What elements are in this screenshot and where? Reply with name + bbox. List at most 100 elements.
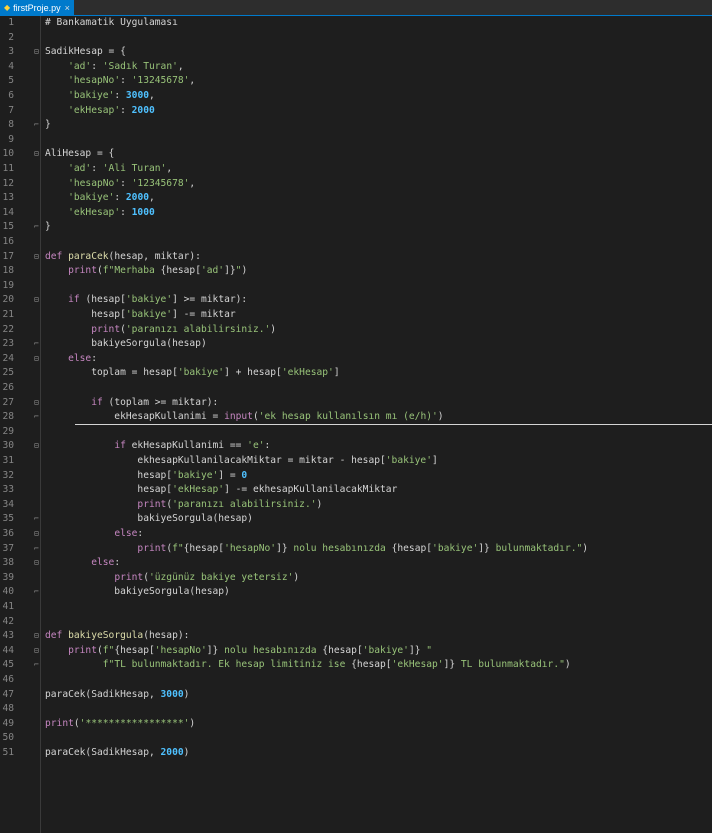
code-token: input xyxy=(224,411,253,423)
fold-open-icon[interactable]: ⊟ xyxy=(34,293,44,308)
code-text: hesap['bakiye'] -= miktar xyxy=(45,308,235,323)
fold-open-icon[interactable]: ⊟ xyxy=(34,396,44,411)
code-text: else: xyxy=(45,556,120,571)
code-line[interactable]: 35 ⌐ bakiyeSorgula(hesap) xyxy=(0,512,712,527)
code-line[interactable]: 40 ⌐ bakiyeSorgula(hesap) xyxy=(0,585,712,600)
code-token: : xyxy=(114,557,121,569)
code-token: ) xyxy=(564,659,571,671)
code-token: 'paranızı alabilirsiniz.' xyxy=(172,498,317,510)
code-line[interactable]: 48 xyxy=(0,702,712,717)
code-line[interactable]: 14 'ekHesap': 1000 xyxy=(0,206,712,221)
code-line[interactable]: 31 ekhesapKullanilacakMiktar = miktar - … xyxy=(0,454,712,469)
code-token: ) xyxy=(437,411,444,423)
code-line[interactable]: 5 'hesapNo': '13245678', xyxy=(0,74,712,89)
code-text: 'bakiye': 2000, xyxy=(45,191,155,206)
fold-open-icon[interactable]: ⊟ xyxy=(34,556,44,571)
code-line[interactable]: 17 ⊟ def paraCek(hesap, miktar): xyxy=(0,250,712,265)
line-number: 29 xyxy=(2,425,14,437)
code-token: f" xyxy=(102,644,115,656)
code-line[interactable]: 18 print(f"Merhaba {hesap['ad']}") xyxy=(0,264,712,279)
code-line[interactable]: 46 xyxy=(0,673,712,688)
code-text: } xyxy=(45,118,51,133)
fold-open-icon[interactable]: ⊟ xyxy=(34,629,44,644)
code-line[interactable]: 1 # Bankamatik Uygulaması xyxy=(0,16,712,31)
line-number: 3 xyxy=(8,46,14,58)
code-line[interactable]: 37 ⌐ print(f"{hesap['hesapNo']} nolu hesa… xyxy=(0,542,712,557)
code-line[interactable]: 13 'bakiye': 2000, xyxy=(0,191,712,206)
code-text: if (toplam >= miktar): xyxy=(45,396,218,411)
code-token: # Bankamatik Uygulaması xyxy=(45,17,178,28)
code-line[interactable]: 7 'ekHesap': 2000 xyxy=(0,104,712,119)
code-text: bakiyeSorgula(hesap) xyxy=(45,512,253,527)
code-line[interactable]: 20 ⊟ if (hesap['bakiye'] >= miktar): xyxy=(0,293,712,308)
code-line[interactable]: 11 'ad': 'Ali Turan', xyxy=(0,162,712,177)
line-number: 38 xyxy=(2,557,14,569)
code-line[interactable]: 23 ⌐ bakiyeSorgula(hesap) xyxy=(0,337,712,352)
code-token: ) xyxy=(293,571,300,583)
code-line[interactable]: 47 paraCek(SadikHesap, 3000) xyxy=(0,688,712,703)
code-line[interactable]: 39 print('üzgünüz bakiye yetersiz') xyxy=(0,571,712,586)
fold-open-icon[interactable]: ⊟ xyxy=(34,250,44,265)
code-line[interactable]: 27 ⊟ if (toplam >= miktar): xyxy=(0,396,712,411)
code-line[interactable]: 38 ⊟ else: xyxy=(0,556,712,571)
code-token: ekHesapKullanimi = xyxy=(45,411,225,423)
code-line[interactable]: 25 toplam = hesap['bakiye'] + hesap['ekH… xyxy=(0,366,712,381)
code-line[interactable]: 43 ⊟ def bakiyeSorgula(hesap): xyxy=(0,629,712,644)
code-token: 'ekHesap' xyxy=(281,367,334,379)
code-line[interactable]: 30 ⊟ if ekHesapKullanimi == 'e': xyxy=(0,439,712,454)
code-line[interactable]: 49 print('*****************') xyxy=(0,717,712,732)
code-line[interactable]: 2 xyxy=(0,31,712,46)
fold-open-icon[interactable]: ⊟ xyxy=(34,352,44,367)
fold-open-icon[interactable]: ⊟ xyxy=(34,644,44,659)
code-line[interactable]: 6 'bakiye': 3000, xyxy=(0,89,712,104)
code-line[interactable]: 26 xyxy=(0,381,712,396)
code-line[interactable]: 32 hesap['bakiye'] = 0 xyxy=(0,469,712,484)
code-line[interactable]: 3 ⊟ SadikHesap = { xyxy=(0,45,712,60)
code-line[interactable]: 24 ⊟ else: xyxy=(0,352,712,367)
code-line[interactable]: 33 hesap['ekHesap'] -= ekhesapKullanilac… xyxy=(0,483,712,498)
tab-firstproje[interactable]: ◆ firstProje.py × xyxy=(0,0,74,15)
code-token: else xyxy=(91,557,115,569)
fold-open-icon[interactable]: ⊟ xyxy=(34,527,44,542)
code-token: (hesap, miktar): xyxy=(108,250,201,262)
code-line[interactable]: 42 xyxy=(0,615,712,630)
code-line[interactable]: 22 print('paranızı alabilirsiniz.') xyxy=(0,323,712,338)
code-line[interactable]: 16 xyxy=(0,235,712,250)
code-token: '*****************' xyxy=(79,717,190,729)
code-text: 'ad': 'Ali Turan', xyxy=(45,162,172,177)
code-line[interactable]: 28 ⌐ ekHesapKullanimi = input('ek hesap k… xyxy=(0,410,712,425)
code-line[interactable]: 44 ⊟ print(f"{hesap['hesapNo']} nolu hesa… xyxy=(0,644,712,659)
line-number: 9 xyxy=(8,133,14,145)
code-line[interactable]: 29 xyxy=(0,425,712,440)
code-line[interactable]: 12 'hesapNo': '12345678', xyxy=(0,177,712,192)
line-number: 12 xyxy=(2,177,14,189)
close-icon[interactable]: × xyxy=(65,3,70,13)
code-token: 'hesapNo' xyxy=(154,644,207,656)
code-token: : xyxy=(120,75,132,87)
code-line[interactable]: 19 xyxy=(0,279,712,294)
code-token: 'bakiye' xyxy=(125,309,173,320)
code-line[interactable]: 4 'ad': 'Sadık Turan', xyxy=(0,60,712,75)
code-line[interactable]: 15 ⌐} xyxy=(0,220,712,235)
code-line[interactable]: 8 ⌐} xyxy=(0,118,712,133)
fold-open-icon[interactable]: ⊟ xyxy=(34,147,44,162)
code-line[interactable]: 10 ⊟ AliHesap = { xyxy=(0,147,712,162)
code-line[interactable]: 51 paraCek(SadikHesap, 2000) xyxy=(0,746,712,761)
code-token: ]} xyxy=(224,265,236,277)
code-line[interactable]: 45 ⌐ f"TL bulunmaktadır. Ek hesap limitin… xyxy=(0,658,712,673)
code-line[interactable]: 34 print('paranızı alabilirsiniz.') xyxy=(0,498,712,513)
fold-open-icon[interactable]: ⊟ xyxy=(34,45,44,60)
fold-open-icon[interactable]: ⊟ xyxy=(34,439,44,454)
code-line[interactable]: 41 xyxy=(0,600,712,615)
code-editor[interactable]: 1 # Bankamatik Uygulaması 2 3 ⊟ SadikHesap = … xyxy=(0,16,712,833)
code-line[interactable]: 36 ⊟ else: xyxy=(0,527,712,542)
code-line[interactable]: 50 xyxy=(0,731,712,746)
current-line-rule xyxy=(75,423,712,426)
code-token: ]} xyxy=(276,542,288,554)
code-line[interactable]: 21 hesap['bakiye'] -= miktar xyxy=(0,308,712,323)
fold-end-icon: ⌐ xyxy=(34,339,39,349)
code-line[interactable]: 9 xyxy=(0,133,712,148)
